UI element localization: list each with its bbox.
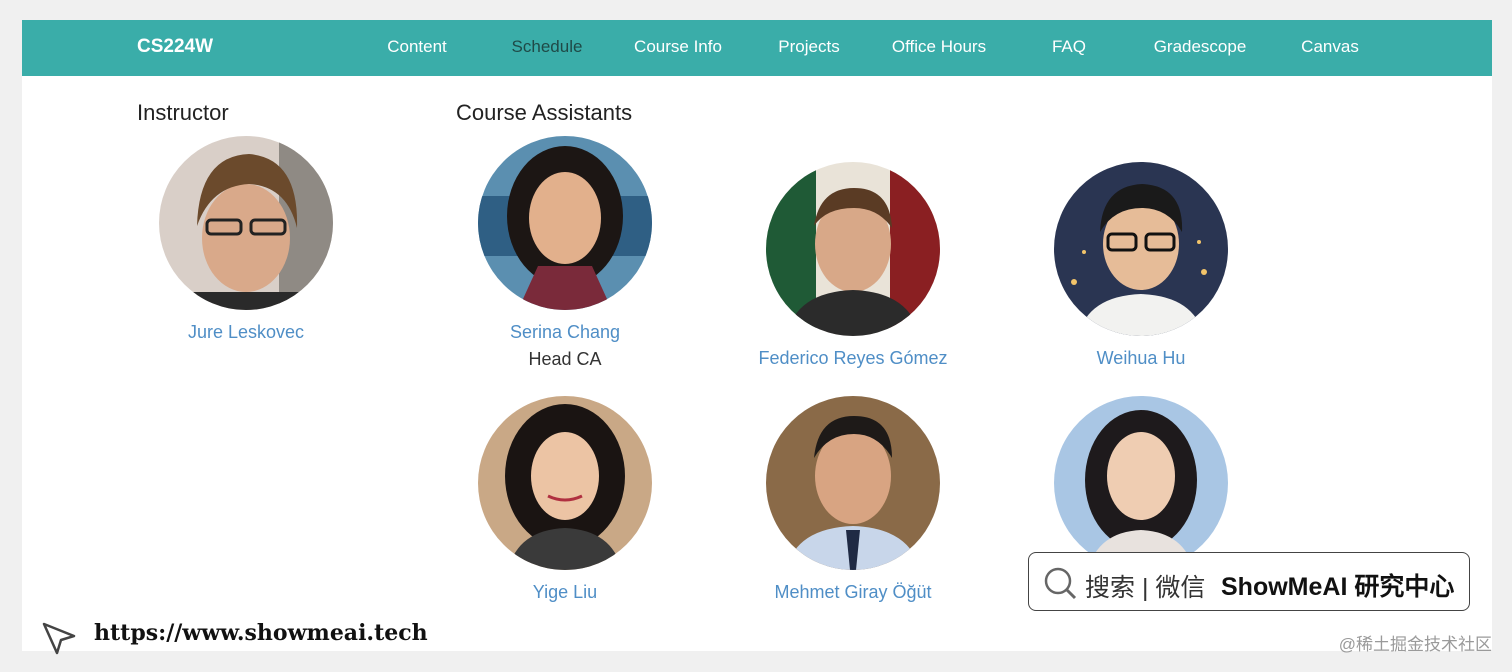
person-name[interactable]: Serina Chang xyxy=(445,322,685,343)
top-navbar: CS224W Content Schedule Course Info Proj… xyxy=(22,20,1492,76)
assistant-card: Weihua Hu xyxy=(1021,162,1261,369)
site-url: https://www.showmeai.tech xyxy=(94,620,428,646)
person-name[interactable]: Mehmet Giray Öğüt xyxy=(733,582,973,603)
search-brand: ShowMeAI 研究中心 xyxy=(1221,573,1455,601)
assistant-card: Mehmet Giray Öğüt xyxy=(733,396,973,603)
person-name[interactable]: Weihua Hu xyxy=(1021,348,1261,369)
instructor-card: Jure Leskovec xyxy=(126,136,366,343)
nav-projects[interactable]: Projects xyxy=(744,37,874,57)
avatar-photo xyxy=(1054,162,1228,336)
nav-faq[interactable]: FAQ xyxy=(1004,37,1134,57)
nav-content[interactable]: Content xyxy=(352,37,482,57)
avatar-photo xyxy=(1054,396,1228,570)
avatar-photo xyxy=(478,396,652,570)
nav-gradescope[interactable]: Gradescope xyxy=(1135,37,1265,57)
assistants-heading: Course Assistants xyxy=(456,100,633,125)
watermark: @稀土掘金技术社区 xyxy=(1338,635,1492,654)
nav-canvas[interactable]: Canvas xyxy=(1265,37,1395,57)
avatar-photo xyxy=(766,396,940,570)
instructor-heading: Instructor xyxy=(137,100,229,125)
person-role: Head CA xyxy=(528,349,602,369)
assistant-card: Yige Liu xyxy=(445,396,685,603)
avatar-photo xyxy=(766,162,940,336)
person-name[interactable]: Yige Liu xyxy=(445,582,685,603)
assistant-card: Serina Chang Head CA xyxy=(445,136,685,370)
assistant-card: Federico Reyes Gómez xyxy=(733,162,973,369)
wechat-search-badge: 搜索 | 微信 ShowMeAI 研究中心 xyxy=(1028,552,1470,611)
avatar-photo xyxy=(159,136,333,310)
search-label: 搜索 | 微信 xyxy=(1085,574,1206,602)
person-name[interactable]: Jure Leskovec xyxy=(126,322,366,343)
nav-course-info[interactable]: Course Info xyxy=(613,37,743,57)
person-name[interactable]: Federico Reyes Gómez xyxy=(733,348,973,369)
search-icon xyxy=(1044,567,1077,600)
brand-link[interactable]: CS224W xyxy=(137,36,213,58)
avatar-photo xyxy=(478,136,652,310)
nav-schedule[interactable]: Schedule xyxy=(482,37,612,57)
nav-office-hours[interactable]: Office Hours xyxy=(874,37,1004,57)
cursor-icon xyxy=(42,622,76,655)
